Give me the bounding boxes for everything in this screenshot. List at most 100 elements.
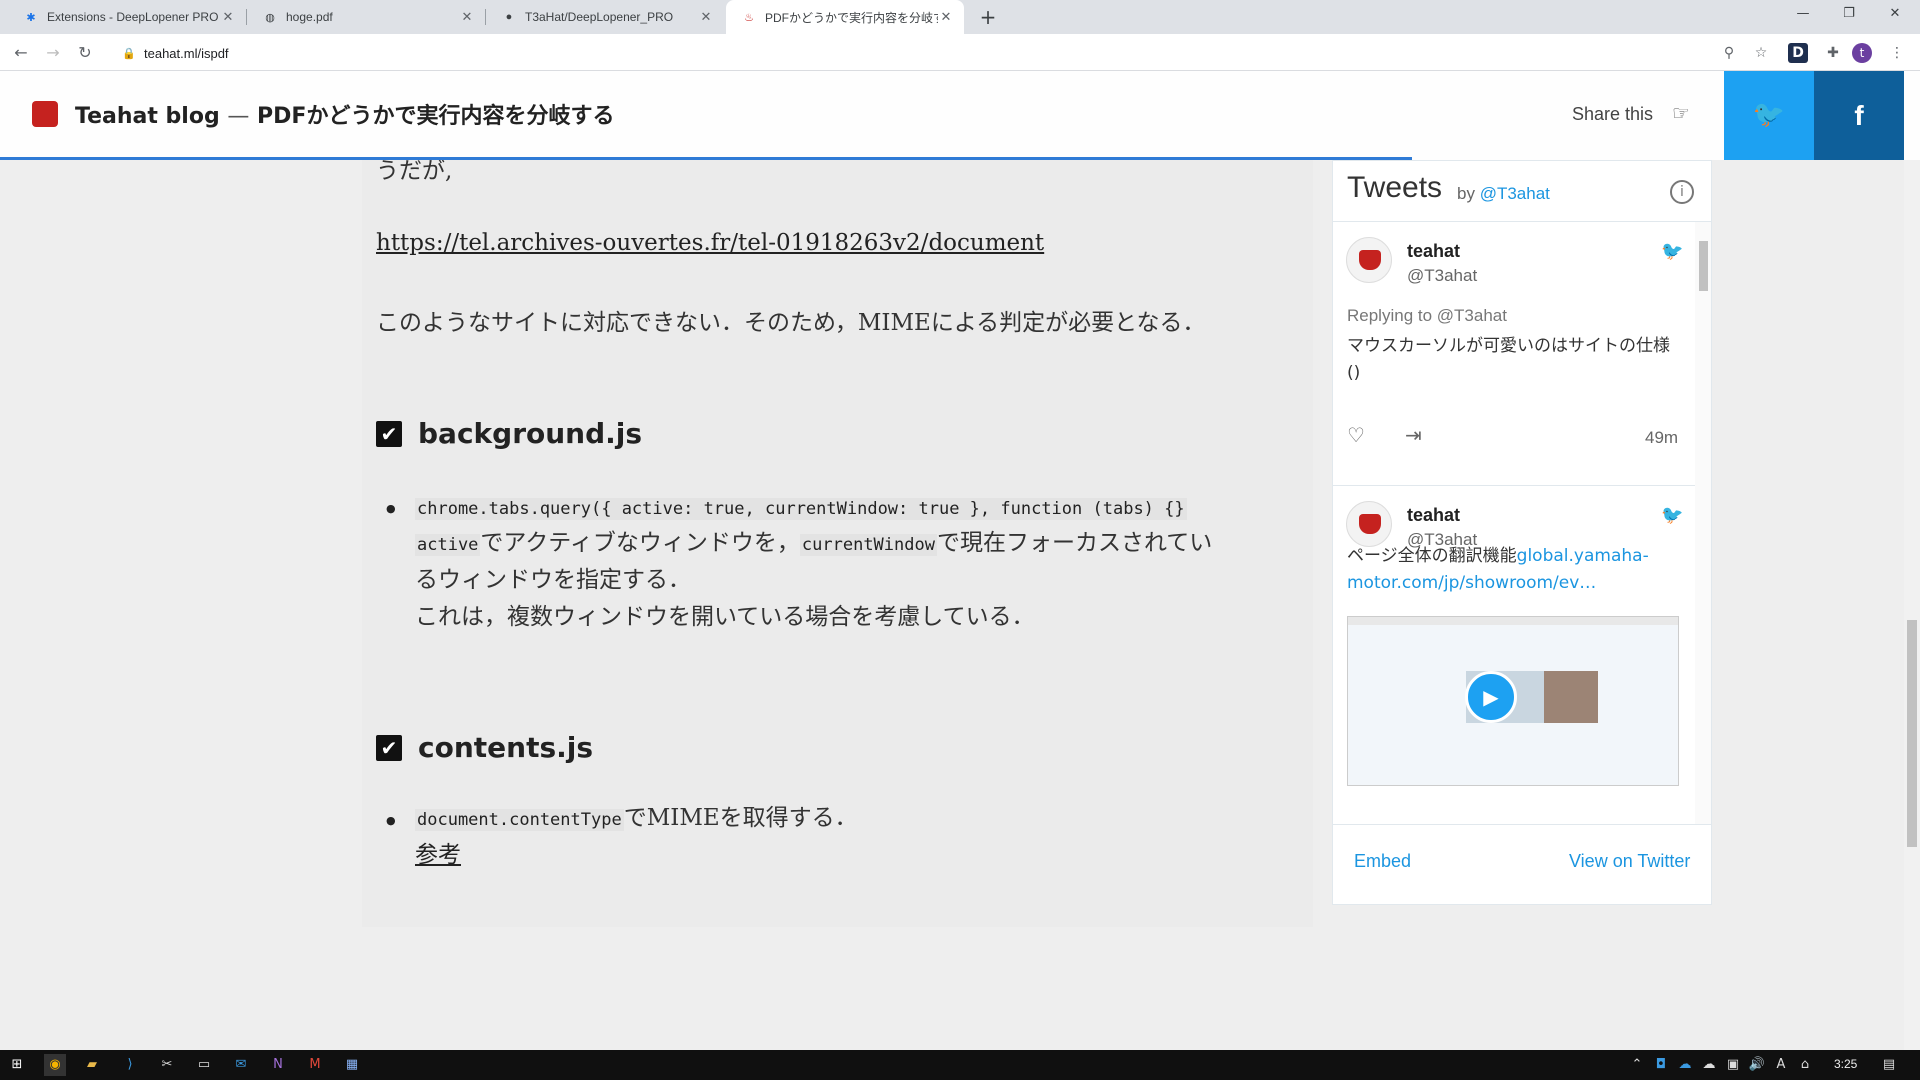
tab-extensions[interactable]: ✱ Extensions - DeepLopener PRO ✕ — [8, 0, 246, 34]
cloud-icon[interactable]: ☁ — [1698, 1054, 1720, 1076]
app-icon[interactable]: M — [304, 1054, 326, 1076]
page-scrollbar[interactable] — [1904, 71, 1920, 1050]
timeline-handle-link[interactable]: @T3ahat — [1480, 184, 1550, 203]
reference-url-link[interactable]: https://tel.archives-ouvertes.fr/tel-019… — [376, 230, 1044, 256]
teapot-icon: ♨ — [744, 11, 754, 24]
by-label: by — [1457, 184, 1475, 203]
close-window-button[interactable]: ✕ — [1872, 0, 1918, 30]
tweet-card[interactable]: teahat @T3ahat 🐦 Replying to @T3ahat マウス… — [1333, 223, 1695, 486]
profile-avatar[interactable]: t — [1852, 43, 1872, 63]
thumbnail-browser-bar — [1348, 617, 1678, 625]
blog-sticky-header: Teahat blog — PDFかどうかで実行内容を分岐する Share th… — [0, 71, 1920, 160]
avatar[interactable] — [1346, 237, 1392, 283]
scrollbar-thumb[interactable] — [1907, 620, 1917, 847]
address-bar[interactable]: 🔒 teahat.ml/ispdf — [112, 39, 1765, 67]
checkbox-icon: ✔ — [376, 420, 402, 447]
close-tab-icon[interactable]: ✕ — [938, 9, 954, 25]
play-button-icon[interactable]: ▶ — [1465, 671, 1517, 723]
section-heading-contents-js: ✔ contents.js — [376, 731, 593, 764]
heading-text: contents.js — [418, 731, 594, 764]
tweet-body: ページ全体の翻訳機能global.yamaha-motor.com/jp/sho… — [1347, 543, 1677, 597]
tray-chevron-icon[interactable]: ⌃ — [1626, 1054, 1648, 1076]
twitter-bird-icon: 🐦 — [1752, 100, 1786, 130]
reference-link[interactable]: 参考 — [415, 837, 461, 874]
network-icon[interactable]: ▣ — [1722, 1054, 1744, 1076]
timeline-subtitle: by @T3ahat — [1457, 184, 1550, 204]
title-separator: — — [227, 104, 250, 129]
list-text-line: るウィンドウを指定する． — [415, 567, 691, 593]
vscode-icon[interactable]: ⟩ — [119, 1054, 141, 1076]
clock[interactable]: 3:25 — [1834, 1057, 1857, 1071]
volume-icon[interactable]: 🔊 — [1746, 1054, 1768, 1076]
ime-indicator[interactable]: A — [1770, 1054, 1792, 1076]
onedrive-icon[interactable]: ☁ — [1674, 1054, 1696, 1076]
tweet-body: マウスカーソルが可愛いのはサイトの仕様() — [1347, 336, 1670, 383]
mime-note-paragraph: このようなサイトに対応できない．そのため，MIMEによる判定が必要となる． — [376, 310, 1206, 336]
app-icon[interactable]: ▦ — [341, 1054, 363, 1076]
notifications-icon[interactable]: ▤ — [1878, 1054, 1900, 1076]
list-text-line: これは，複数ウィンドウを開いている場合を考慮している． — [415, 604, 1035, 630]
tab-active-blog[interactable]: ♨ PDFかどうかで実行内容を分岐する ✕ — [726, 0, 964, 34]
tray-icon[interactable]: ⌂ — [1794, 1054, 1816, 1076]
extensions-puzzle-icon[interactable]: ✚ — [1820, 40, 1846, 66]
back-button[interactable]: ← — [8, 40, 34, 66]
chrome-taskbar-icon[interactable]: ◉ — [44, 1054, 66, 1076]
twitter-bird-icon[interactable]: 🐦 — [1661, 505, 1683, 526]
reading-progress-bar — [0, 157, 1412, 160]
tray-icon[interactable]: ◘ — [1650, 1054, 1672, 1076]
heading-text: background.js — [418, 417, 643, 450]
puzzle-icon: ✱ — [26, 11, 36, 24]
tab-title: hoge.pdf — [286, 10, 333, 24]
teapot-avatar-icon — [1359, 514, 1381, 534]
share-twitter-button[interactable]: 🐦 — [1724, 71, 1814, 160]
avatar[interactable] — [1346, 501, 1392, 547]
github-icon: ● — [505, 11, 513, 23]
mail-icon[interactable]: ✉ — [230, 1054, 252, 1076]
tweet-author-name[interactable]: teahat — [1407, 241, 1460, 262]
tweet-timestamp[interactable]: 49m — [1645, 428, 1678, 448]
close-tab-icon[interactable]: ✕ — [220, 9, 236, 25]
tab-title: Extensions - DeepLopener PRO — [47, 10, 219, 24]
facebook-icon: f — [1854, 100, 1864, 131]
forward-button[interactable]: → — [40, 40, 66, 66]
share-facebook-button[interactable]: f — [1814, 71, 1904, 160]
share-label: Share this — [1572, 104, 1654, 124]
teapot-logo-icon[interactable] — [32, 101, 58, 127]
windows-start-icon[interactable]: ⊞ — [6, 1054, 28, 1076]
timeline-scrollbar[interactable] — [1695, 222, 1711, 824]
like-heart-icon[interactable]: ♡ — [1347, 423, 1365, 447]
file-explorer-icon[interactable]: ▰ — [81, 1054, 103, 1076]
close-tab-icon[interactable]: ✕ — [698, 9, 714, 25]
minimize-button[interactable]: — — [1780, 0, 1826, 30]
globe-icon: ◍ — [265, 11, 275, 24]
tweet-video-thumbnail[interactable]: ▶ — [1347, 616, 1679, 786]
tweet-author-name[interactable]: teahat — [1407, 505, 1460, 526]
share-icon[interactable]: ⇥ — [1405, 423, 1422, 447]
tab-github[interactable]: ● T3aHat/DeepLopener_PRO ✕ — [486, 0, 724, 34]
app-icon[interactable]: ✂ — [156, 1054, 178, 1076]
twitter-bird-icon[interactable]: 🐦 — [1661, 241, 1683, 262]
zoom-icon[interactable]: ⚲ — [1716, 40, 1742, 66]
timeline-header: Tweets by @T3ahat i — [1333, 161, 1711, 222]
bookmark-star-icon[interactable]: ☆ — [1748, 40, 1774, 66]
onenote-icon[interactable]: N — [267, 1054, 289, 1076]
deeplopener-extension-icon[interactable]: D — [1788, 43, 1808, 63]
new-tab-button[interactable]: + — [976, 5, 1000, 29]
inline-code: chrome.tabs.query({ active: true, curren… — [415, 498, 1187, 520]
embed-link[interactable]: Embed — [1354, 851, 1411, 872]
info-icon[interactable]: i — [1670, 180, 1694, 204]
list-text-line: activeでアクティブなウィンドウを， currentWindowで現在フォーカ… — [415, 525, 1212, 564]
close-tab-icon[interactable]: ✕ — [459, 9, 475, 25]
scrollbar-thumb[interactable] — [1699, 241, 1708, 291]
tweet-author-handle[interactable]: @T3ahat — [1407, 266, 1477, 286]
restore-button[interactable]: ❐ — [1826, 0, 1872, 30]
reload-button[interactable]: ↻ — [72, 40, 98, 66]
tab-strip: ✱ Extensions - DeepLopener PRO ✕ ◍ hoge.… — [0, 0, 1920, 34]
list-text: でMIMEを取得する． — [623, 805, 858, 831]
view-on-twitter-link[interactable]: View on Twitter — [1569, 851, 1690, 872]
tab-hoge-pdf[interactable]: ◍ hoge.pdf ✕ — [247, 0, 485, 34]
blog-name[interactable]: Teahat blog — [75, 104, 220, 129]
terminal-icon[interactable]: ▭ — [193, 1054, 215, 1076]
menu-kebab-icon[interactable]: ⋮ — [1884, 40, 1910, 66]
windows-taskbar: ⊞ ◉ ▰ ⟩ ✂ ▭ ✉ N M ▦ ⌃ ◘ ☁ ☁ ▣ 🔊 A ⌂ 3:25… — [0, 1050, 1920, 1080]
